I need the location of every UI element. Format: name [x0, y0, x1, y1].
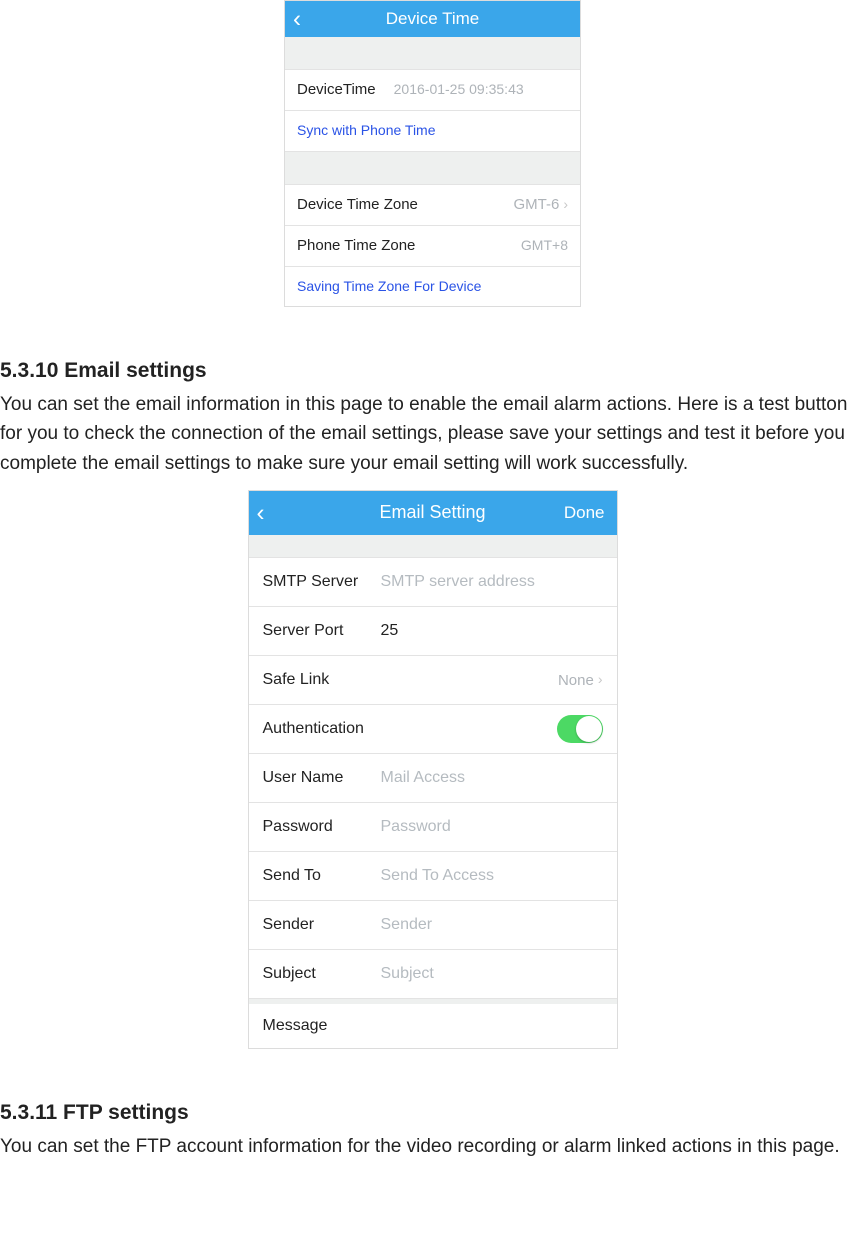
- server-port-label: Server Port: [263, 619, 371, 644]
- sender-label: Sender: [263, 913, 371, 938]
- smtp-server-input[interactable]: SMTP server address: [381, 570, 603, 595]
- safe-link-label: Safe Link: [263, 668, 371, 693]
- section-gap: [285, 37, 580, 70]
- back-chevron-icon[interactable]: ‹: [293, 0, 301, 37]
- device-time-row: DeviceTime 2016-01-25 09:35:43: [285, 70, 580, 111]
- chevron-right-icon: ›: [598, 669, 603, 691]
- sync-phone-time-link[interactable]: Sync with Phone Time: [285, 111, 580, 152]
- device-timezone-label: Device Time Zone: [297, 193, 418, 216]
- authentication-row: Authentication: [249, 705, 617, 754]
- phone-timezone-row: Phone Time Zone GMT+8: [285, 226, 580, 267]
- password-label: Password: [263, 815, 371, 840]
- email-settings-paragraph: You can set the email information in thi…: [0, 390, 865, 478]
- device-time-screenshot: ‹ Device Time DeviceTime 2016-01-25 09:3…: [284, 0, 581, 307]
- subject-input[interactable]: Subject: [381, 962, 603, 987]
- save-timezone-link[interactable]: Saving Time Zone For Device: [285, 267, 580, 307]
- password-row[interactable]: Password Password: [249, 803, 617, 852]
- email-navbar: ‹ Email Setting Done: [249, 491, 617, 535]
- password-input[interactable]: Password: [381, 815, 603, 840]
- authentication-toggle[interactable]: [557, 715, 603, 743]
- authentication-label: Authentication: [263, 717, 371, 742]
- section-gap: [249, 535, 617, 558]
- device-time-navbar: ‹ Device Time: [285, 1, 580, 37]
- message-row[interactable]: Message: [249, 1004, 617, 1048]
- phone-timezone-value: GMT+8: [521, 235, 568, 257]
- sendto-row[interactable]: Send To Send To Access: [249, 852, 617, 901]
- sendto-input[interactable]: Send To Access: [381, 864, 603, 889]
- sender-row[interactable]: Sender Sender: [249, 901, 617, 950]
- email-setting-screenshot: ‹ Email Setting Done SMTP Server SMTP se…: [248, 490, 618, 1049]
- safe-link-row[interactable]: Safe Link None ›: [249, 656, 617, 705]
- smtp-server-label: SMTP Server: [263, 570, 371, 595]
- subject-row[interactable]: Subject Subject: [249, 950, 617, 999]
- ftp-settings-paragraph: You can set the FTP account information …: [0, 1132, 865, 1161]
- sender-input[interactable]: Sender: [381, 913, 603, 938]
- device-time-title: Device Time: [285, 6, 580, 32]
- username-row[interactable]: User Name Mail Access: [249, 754, 617, 803]
- sendto-label: Send To: [263, 864, 371, 889]
- device-timezone-value: GMT-6: [513, 193, 559, 216]
- done-button[interactable]: Done: [564, 500, 605, 526]
- server-port-input[interactable]: 25: [381, 619, 603, 644]
- message-label: Message: [263, 1014, 371, 1039]
- device-time-label: DeviceTime: [297, 78, 376, 101]
- username-label: User Name: [263, 766, 371, 791]
- device-time-value: 2016-01-25 09:35:43: [386, 79, 568, 101]
- email-settings-heading: 5.3.10 Email settings: [0, 355, 865, 388]
- subject-label: Subject: [263, 962, 371, 987]
- chevron-right-icon: ›: [563, 194, 568, 216]
- section-gap: [285, 152, 580, 185]
- safe-link-value: None: [558, 669, 594, 692]
- smtp-server-row[interactable]: SMTP Server SMTP server address: [249, 558, 617, 607]
- back-chevron-icon[interactable]: ‹: [257, 495, 265, 532]
- ftp-settings-heading: 5.3.11 FTP settings: [0, 1097, 865, 1130]
- device-timezone-row[interactable]: Device Time Zone GMT-6 ›: [285, 185, 580, 226]
- phone-timezone-label: Phone Time Zone: [297, 234, 415, 257]
- server-port-row[interactable]: Server Port 25: [249, 607, 617, 656]
- username-input[interactable]: Mail Access: [381, 766, 603, 791]
- email-nav-title: Email Setting: [249, 499, 617, 527]
